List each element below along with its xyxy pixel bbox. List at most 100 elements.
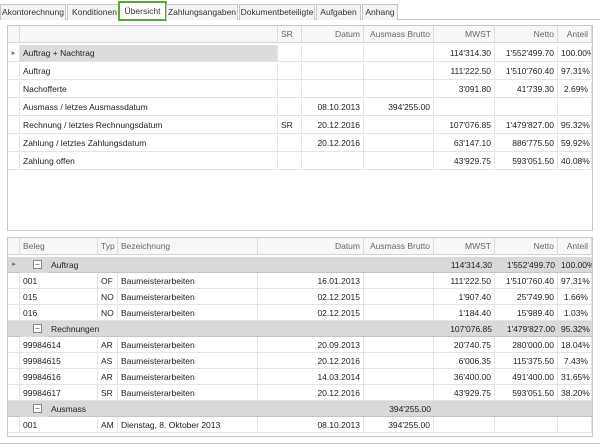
column-header-datum[interactable]: Datum xyxy=(258,238,364,255)
group-label: Ausmass xyxy=(48,401,258,417)
row-indicator-cell xyxy=(8,305,20,321)
collapse-icon[interactable]: − xyxy=(33,324,42,333)
netto-cell: 593'051.50 xyxy=(495,385,558,401)
typ-cell: SR xyxy=(98,385,118,401)
ausmass-cell xyxy=(364,305,434,321)
tab-3[interactable]: Zahlungsangaben xyxy=(166,4,238,20)
tab-0[interactable]: Akontorechnung xyxy=(0,4,66,20)
summary-row[interactable]: Zahlung offen 43'929.75 593'051.50 40.08% xyxy=(8,153,592,170)
datum-cell: 20.12.2016 xyxy=(258,385,364,401)
column-header-netto[interactable]: Netto xyxy=(495,26,558,43)
summary-netto: 1'510'760.40 xyxy=(495,63,558,80)
column-header-anteil[interactable]: Anteil xyxy=(558,26,592,43)
column-header-mwst[interactable]: MWST xyxy=(434,26,495,43)
summary-datum xyxy=(302,45,364,62)
table-row[interactable]: 015 NO Baumeisterarbeiten 02.12.2015 1'907.4… xyxy=(8,289,592,305)
summary-row[interactable]: ▸ Auftrag + Nachtrag 114'314.30 1'552'499.7… xyxy=(8,45,592,62)
summary-label: Rechnung / letztes Rechnungsdatum xyxy=(20,117,278,134)
beleg-cell: 99984615 xyxy=(20,353,98,369)
typ-cell: OF xyxy=(98,273,118,289)
column-header-bezeichnung[interactable]: Bezeichnung xyxy=(118,238,258,255)
group-netto: 1'552'499.70 xyxy=(495,257,558,273)
summary-datum xyxy=(302,63,364,80)
summary-label: Ausmass / letzes Ausmassdatum xyxy=(20,99,278,116)
table-row[interactable]: 99984614 AR Baumeisterarbeiten 20.09.2013 20… xyxy=(8,337,592,353)
row-indicator-cell xyxy=(8,369,20,385)
summary-netto: 1'552'499.70 xyxy=(495,45,558,62)
netto-cell: 15'989.40 xyxy=(495,305,558,321)
column-header-ausmass[interactable]: Ausmass Brutto xyxy=(364,26,434,43)
group-mwst xyxy=(434,401,495,417)
table-row[interactable]: 016 NO Baumeisterarbeiten 02.12.2015 1'184.4… xyxy=(8,305,592,321)
summary-sr: SR xyxy=(278,117,302,134)
group-row[interactable]: − Ausmass 394'255.00 xyxy=(8,401,592,417)
row-indicator-icon: ▸ xyxy=(8,45,20,62)
bezeichnung-cell: Baumeisterarbeiten xyxy=(118,385,258,401)
mwst-cell: 1'184.40 xyxy=(434,305,495,321)
column-header-beleg[interactable]: Beleg xyxy=(20,238,98,255)
ausmass-cell xyxy=(364,385,434,401)
mwst-cell: 6'006.35 xyxy=(434,353,495,369)
summary-mwst xyxy=(434,99,495,116)
ausmass-cell xyxy=(364,353,434,369)
summary-row[interactable]: Auftrag 111'222.50 1'510'760.40 97.31% xyxy=(8,63,592,80)
collapse-icon[interactable]: − xyxy=(33,404,42,413)
table-row[interactable]: 99984616 AR Baumeisterarbeiten 14.03.2014 36… xyxy=(8,369,592,385)
summary-anteil: 2.69% xyxy=(558,81,592,98)
summary-ausmass xyxy=(364,63,434,80)
summary-label: Zahlung offen xyxy=(20,153,278,170)
summary-row[interactable]: Zahlung / letztes Zahlungsdatum 20.12.201… xyxy=(8,135,592,152)
mwst-cell: 20'740.75 xyxy=(434,337,495,353)
column-header-anteil[interactable]: Anteil xyxy=(558,238,592,255)
summary-row[interactable]: Nachofferte 3'091.80 41'739.30 2.69% xyxy=(8,81,592,98)
column-header-netto[interactable]: Netto xyxy=(495,238,558,255)
netto-cell: 280'000.00 xyxy=(495,337,558,353)
table-row[interactable]: 001 OF Baumeisterarbeiten 16.01.2013 111'222… xyxy=(8,273,592,289)
summary-header-row: SR Datum Ausmass Brutto MWST Netto Anteil xyxy=(8,26,592,43)
summary-netto: 886'775.50 xyxy=(495,135,558,152)
column-header-typ[interactable]: Typ xyxy=(98,238,118,255)
summary-sr xyxy=(278,81,302,98)
tab-5[interactable]: Aufgaben xyxy=(316,4,361,20)
group-netto: 1'479'827.00 xyxy=(495,321,558,337)
summary-label: Nachofferte xyxy=(20,81,278,98)
summary-sr xyxy=(278,45,302,62)
column-header-datum[interactable]: Datum xyxy=(302,26,364,43)
mwst-cell xyxy=(434,417,495,433)
datum-cell: 20.12.2016 xyxy=(258,353,364,369)
datum-cell: 08.10.2013 xyxy=(258,417,364,433)
summary-ausmass xyxy=(364,81,434,98)
anteil-cell: 38.20% xyxy=(558,385,592,401)
datum-cell: 02.12.2015 xyxy=(258,305,364,321)
summary-anteil: 59.92% xyxy=(558,135,592,152)
table-row[interactable]: 99984615 AS Baumeisterarbeiten 20.12.2016 6'… xyxy=(8,353,592,369)
beleg-cell: 99984614 xyxy=(20,337,98,353)
tab-6[interactable]: Anhang xyxy=(362,4,398,20)
column-header-sr[interactable]: SR xyxy=(278,26,302,43)
collapse-icon[interactable]: − xyxy=(33,260,42,269)
summary-ausmass xyxy=(364,153,434,170)
beleg-cell: 016 xyxy=(20,305,98,321)
group-anteil: 100.00% xyxy=(558,257,592,273)
table-row[interactable]: 001 AM Dienstag, 8. Oktober 2013 08.10.2013… xyxy=(8,417,592,433)
row-indicator-cell xyxy=(8,81,20,98)
group-netto xyxy=(495,401,558,417)
column-header-ausmass[interactable]: Ausmass Brutto xyxy=(364,238,434,255)
table-row[interactable]: 99984617 SR Baumeisterarbeiten 20.12.2016 43… xyxy=(8,385,592,401)
summary-row[interactable]: Ausmass / letzes Ausmassdatum 08.10.2013 3… xyxy=(8,99,592,116)
summary-anteil xyxy=(558,99,592,116)
tab-4[interactable]: Dokumentbeteiligte xyxy=(239,4,315,20)
anteil-cell: 18.04% xyxy=(558,337,592,353)
tab-1[interactable]: Konditionen xyxy=(67,4,122,20)
detail-header-row: Beleg Typ Bezeichnung Datum Ausmass Brutto MW… xyxy=(8,238,592,255)
group-mwst: 114'314.30 xyxy=(434,257,495,273)
netto-cell: 115'375.50 xyxy=(495,353,558,369)
group-datum-empty xyxy=(258,257,364,273)
netto-cell: 1'510'760.40 xyxy=(495,273,558,289)
summary-mwst: 43'929.75 xyxy=(434,153,495,170)
summary-row[interactable]: Rechnung / letztes Rechnungsdatum SR 20.12… xyxy=(8,117,592,134)
column-header-mwst[interactable]: MWST xyxy=(434,238,495,255)
group-row[interactable]: − Rechnungen 107'076.85 1'479'827.00 95.32% xyxy=(8,321,592,337)
group-row[interactable]: ▸ − Auftrag 114'314.30 1'552'499.70 100.00% xyxy=(8,257,592,273)
tab-2[interactable]: Übersicht xyxy=(118,1,167,21)
